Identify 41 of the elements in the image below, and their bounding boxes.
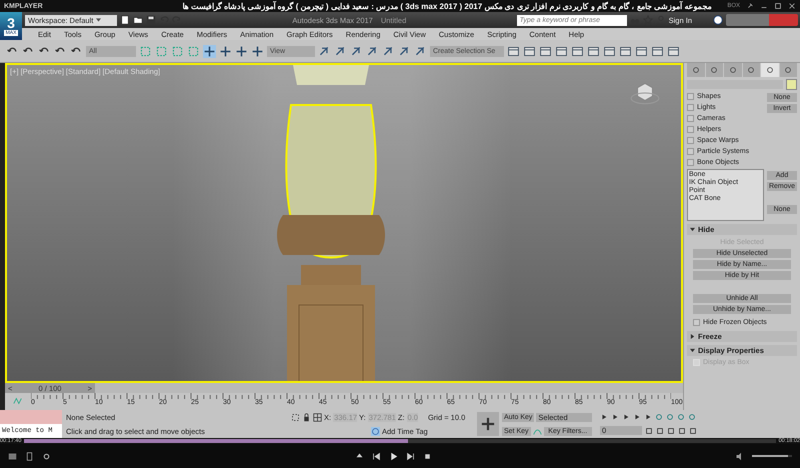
command-tab[interactable] <box>724 63 742 77</box>
pin-icon[interactable] <box>746 2 754 10</box>
key-plus-icon <box>481 417 495 431</box>
stop-icon[interactable] <box>422 452 432 460</box>
checkbox[interactable] <box>687 93 694 100</box>
checkbox[interactable] <box>687 148 694 155</box>
circle-icon <box>747 66 756 74</box>
checkbox[interactable] <box>693 319 700 326</box>
checkbox[interactable] <box>687 104 694 111</box>
command-tab[interactable] <box>780 63 797 77</box>
command-tab[interactable] <box>742 63 760 77</box>
command-tab[interactable] <box>706 63 723 77</box>
previous-icon[interactable] <box>372 452 380 460</box>
set-key-button[interactable] <box>477 412 499 436</box>
command-tab[interactable] <box>687 63 704 77</box>
video-title: مجموعه آموزشی جامع ، گام به گام و کاربردی نرم افزار تری دی مکس 2017 ( 3ds max 2017 ) مدرس : سعید فدایی ( تیچرمن ) گروه آموزشی پادشاه گرافیست ها <box>182 2 712 10</box>
eject-icon[interactable] <box>354 452 364 460</box>
time-tag-icon[interactable] <box>371 426 380 436</box>
phone-icon[interactable] <box>25 452 34 460</box>
caret-icon <box>96 18 102 22</box>
color-swatch[interactable] <box>786 78 797 90</box>
checkbox[interactable] <box>687 137 694 144</box>
next-icon[interactable] <box>406 452 414 460</box>
maximize-icon[interactable] <box>774 2 782 10</box>
play-icon[interactable] <box>388 452 398 460</box>
move-icon[interactable] <box>203 44 216 58</box>
checkbox[interactable] <box>687 159 694 166</box>
checkbox[interactable] <box>687 126 694 133</box>
open-folder-icon[interactable] <box>133 15 143 25</box>
speaker-icon[interactable] <box>735 452 744 460</box>
settings-icon[interactable] <box>42 452 51 460</box>
checkbox[interactable] <box>687 115 694 122</box>
lock-icon[interactable] <box>302 412 311 422</box>
seek-bar[interactable] <box>24 439 776 443</box>
new-file-icon[interactable] <box>120 15 130 25</box>
play-icon[interactable] <box>622 412 630 421</box>
close-icon[interactable] <box>788 2 796 10</box>
transform-mode-icon[interactable] <box>313 412 322 422</box>
help-icon[interactable] <box>713 15 723 25</box>
command-tab[interactable] <box>761 63 778 77</box>
isolate-icon[interactable] <box>291 412 300 422</box>
